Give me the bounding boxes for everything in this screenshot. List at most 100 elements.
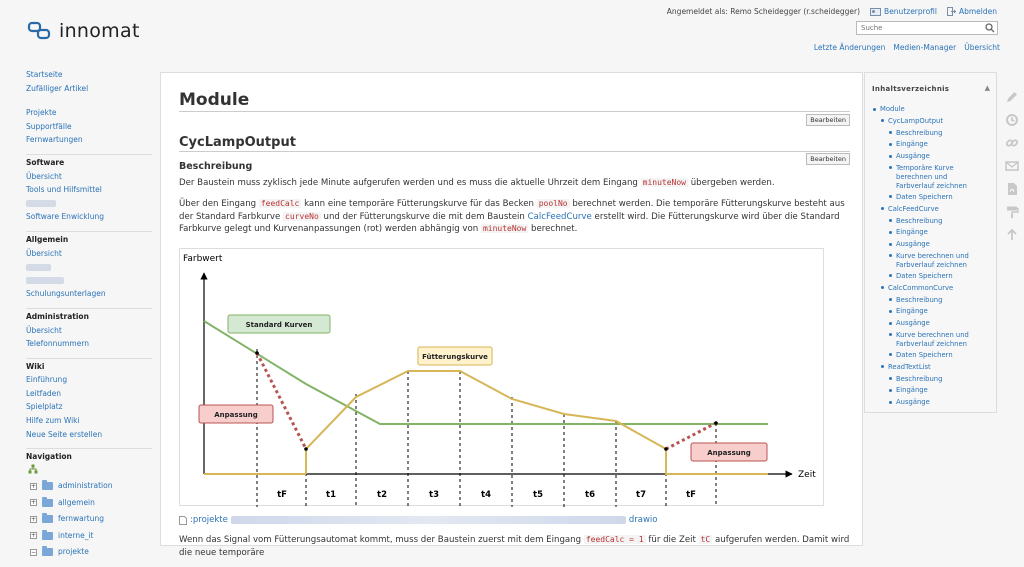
toc-item-label[interactable]: Beschreibung	[896, 296, 942, 304]
toc-item[interactable]: Eingänge	[873, 139, 978, 151]
overview-link[interactable]: Übersicht	[964, 43, 1000, 52]
toc-item-label[interactable]: CycLampOutput	[888, 117, 943, 125]
sidebar-item-administration-overview[interactable]: Übersicht	[26, 324, 152, 338]
tree-node[interactable]: − projekte	[30, 544, 152, 561]
toc-item-label[interactable]: Daten Speichern	[896, 351, 953, 359]
toc-item-label[interactable]: ReadTextList	[888, 363, 931, 371]
toc-item-label[interactable]: Eingänge	[896, 140, 928, 148]
toc-item-label[interactable]: Temporäre Kurve berechnen und Farbverlau…	[896, 164, 978, 191]
pdf-icon[interactable]	[1005, 182, 1019, 196]
tree-root[interactable]	[26, 464, 152, 478]
redacted-link[interactable]	[26, 200, 56, 208]
expand-icon[interactable]: +	[30, 532, 37, 540]
profile-link[interactable]: Benutzerprofil	[870, 7, 937, 16]
sidebar-item-software-development[interactable]: Software Enwicklung	[26, 210, 152, 224]
toc-item[interactable]: Ausgänge	[873, 151, 978, 163]
toc-item[interactable]: Ausgänge	[873, 397, 978, 409]
tree-node[interactable]: + interne_it	[30, 527, 152, 544]
toc-item-label[interactable]: Eingänge	[896, 307, 928, 315]
sidebar-item-einfuehrung[interactable]: Einführung	[26, 373, 152, 387]
toc-item[interactable]: Module	[873, 104, 978, 116]
sidebar-item-allgemein-overview[interactable]: Übersicht	[26, 247, 152, 261]
paint-roller-icon[interactable]	[1005, 205, 1019, 219]
pencil-icon[interactable]	[1005, 90, 1019, 104]
tree-node-label[interactable]: interne_it	[58, 529, 94, 543]
sidebar-item-startseite[interactable]: Startseite	[26, 68, 152, 82]
toc-item[interactable]: Eingänge	[873, 306, 978, 318]
sidebar-item-spielplatz[interactable]: Spielplatz	[26, 400, 152, 414]
sidebar-item-random-article[interactable]: Zufälliger Artikel	[26, 82, 152, 96]
sidebar-item-projekte[interactable]: Projekte	[26, 106, 152, 120]
toc-item[interactable]: Eingänge	[873, 385, 978, 397]
toc-item[interactable]: Eingänge	[873, 227, 978, 239]
redacted-link[interactable]	[26, 277, 64, 285]
toc-item-label[interactable]: Ausgänge	[896, 240, 930, 248]
tree-node[interactable]: + fernwartung	[30, 511, 152, 528]
toc-item-label[interactable]: Ausgänge	[896, 152, 930, 160]
collapse-icon[interactable]: −	[30, 548, 37, 556]
link-icon[interactable]	[1005, 136, 1019, 150]
toc-item[interactable]: Daten Speichern	[873, 271, 978, 283]
toc-item-label[interactable]: Beschreibung	[896, 129, 942, 137]
redacted-link[interactable]	[26, 263, 51, 271]
media-manager-link[interactable]: Medien-Manager	[893, 43, 956, 52]
sidebar-item-fernwartungen[interactable]: Fernwartungen	[26, 133, 152, 147]
logo[interactable]: innomat	[27, 20, 140, 42]
sidebar-item-telefonnummern[interactable]: Telefonnummern	[26, 337, 152, 351]
calcfeedcurve-link[interactable]: CalcFeedCurve	[528, 212, 592, 222]
sidebar-item-wiki-help[interactable]: Hilfe zum Wiki	[26, 414, 152, 428]
toc-item-label[interactable]: Ausgänge	[896, 398, 930, 406]
sidebar-item-software-overview[interactable]: Übersicht	[26, 170, 152, 184]
expand-icon[interactable]: +	[30, 515, 37, 523]
sidebar-item-new-page[interactable]: Neue Seite erstellen	[26, 428, 152, 442]
toc-item-label[interactable]: Eingänge	[896, 228, 928, 236]
toc-item[interactable]: Kurve berechnen und Farbverlauf zeichnen	[873, 330, 978, 350]
logout-link[interactable]: Abmelden	[946, 7, 997, 16]
toc-item-label[interactable]: Daten Speichern	[896, 193, 953, 201]
file-link[interactable]: :projekte drawio	[179, 515, 657, 525]
expand-icon[interactable]: +	[30, 499, 37, 507]
toc-item[interactable]: Ausgänge	[873, 239, 978, 251]
toc-header[interactable]: Inhaltsverzeichnis	[872, 85, 949, 93]
tree-node-label[interactable]: fernwartung	[58, 512, 104, 526]
sidebar-item-schulungsunterlagen[interactable]: Schulungsunterlagen	[26, 287, 152, 301]
search-input[interactable]	[856, 21, 998, 35]
toc-item-label[interactable]: CalcFeedCurve	[888, 205, 939, 213]
arrow-up-icon[interactable]	[1005, 228, 1019, 242]
toc-item[interactable]: Beschreibung	[873, 216, 978, 228]
toc-item[interactable]: CycLampOutput	[873, 116, 978, 128]
file-link-prefix[interactable]: :projekte	[190, 515, 228, 525]
recent-changes-link[interactable]: Letzte Änderungen	[814, 43, 885, 52]
toc-item[interactable]: Daten Speichern	[873, 192, 978, 204]
edit-section-button[interactable]: Bearbeiten	[806, 153, 850, 165]
toc-item[interactable]: Beschreibung	[873, 128, 978, 140]
tree-node-label[interactable]: allgemein	[58, 496, 95, 510]
sidebar-item-leitfaden[interactable]: Leitfaden	[26, 387, 152, 401]
toc-item[interactable]: CalcFeedCurve	[873, 204, 978, 216]
toc-item-label[interactable]: CalcCommonCurve	[888, 284, 953, 292]
tree-node[interactable]: + administration	[30, 478, 152, 495]
toc-item[interactable]: Temporäre Kurve berechnen und Farbverlau…	[873, 163, 978, 192]
history-icon[interactable]	[1005, 113, 1019, 127]
mail-icon[interactable]	[1005, 159, 1019, 173]
toc-item[interactable]: Beschreibung	[873, 374, 978, 386]
sidebar-item-tools[interactable]: Tools und Hilfsmittel	[26, 183, 152, 197]
toc-item[interactable]: Daten Speichern	[873, 350, 978, 362]
collapse-toc-icon[interactable]: ▲	[985, 84, 990, 92]
toc-item-label[interactable]: Daten Speichern	[896, 272, 953, 280]
toc-item[interactable]: CalcCommonCurve	[873, 283, 978, 295]
toc-item[interactable]: ReadTextList	[873, 362, 978, 374]
toc-item[interactable]: Ausgänge	[873, 318, 978, 330]
toc-item-label[interactable]: Kurve berechnen und Farbverlauf zeichnen	[896, 252, 978, 270]
edit-section-button[interactable]: Bearbeiten	[806, 114, 850, 126]
expand-icon[interactable]: +	[30, 482, 37, 490]
sidebar-item-supportfaelle[interactable]: Supportfälle	[26, 120, 152, 134]
toc-item-label[interactable]: Eingänge	[896, 386, 928, 394]
toc-item-label[interactable]: Kurve berechnen und Farbverlauf zeichnen	[896, 331, 978, 349]
tree-node[interactable]: + allgemein	[30, 494, 152, 511]
tree-node-label[interactable]: projekte	[58, 545, 89, 559]
toc-item-label[interactable]: Beschreibung	[896, 375, 942, 383]
tree-node-label[interactable]: administration	[58, 479, 112, 493]
toc-item[interactable]: Kurve berechnen und Farbverlauf zeichnen	[873, 251, 978, 271]
toc-item-label[interactable]: Beschreibung	[896, 217, 942, 225]
